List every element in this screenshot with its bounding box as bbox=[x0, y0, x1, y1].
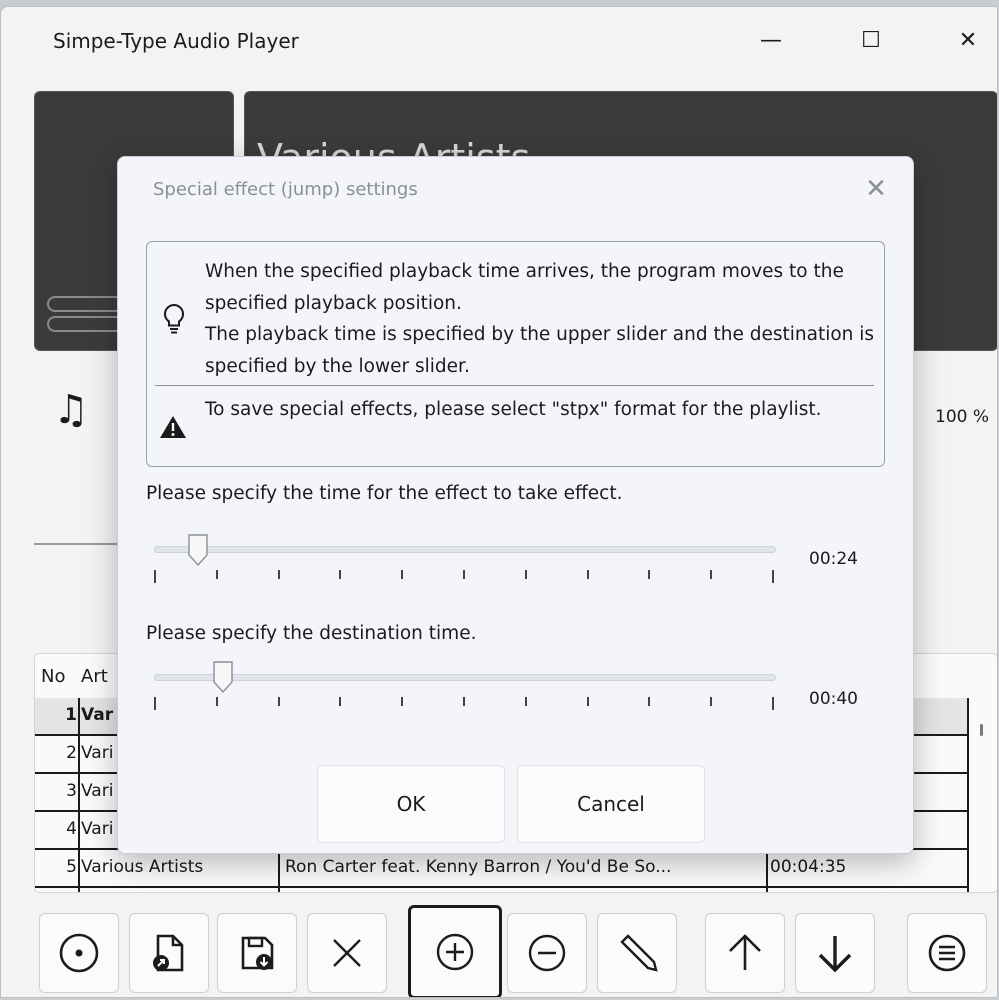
time-value: 00:24 bbox=[809, 549, 858, 569]
slider-tick bbox=[339, 697, 341, 706]
playlist-header: No Art bbox=[41, 666, 108, 687]
row-artist: Various Artists bbox=[81, 857, 204, 877]
destination-slider-label: Please specify the destination time. bbox=[146, 623, 477, 644]
warning-text: To save special effects, please select "… bbox=[205, 399, 822, 420]
slider-tick bbox=[710, 697, 712, 706]
move-up-button[interactable] bbox=[705, 913, 785, 993]
ok-button[interactable]: OK bbox=[317, 765, 505, 843]
row-length: 00:04:35 bbox=[770, 857, 847, 877]
slider-tick bbox=[648, 697, 650, 706]
row-no: 3 bbox=[66, 781, 77, 801]
row-artist: Vari bbox=[81, 743, 114, 763]
dialog-title: Special effect (jump) settings bbox=[153, 179, 418, 200]
column-divider bbox=[78, 698, 80, 892]
close-icon bbox=[333, 939, 361, 967]
slider-tick bbox=[525, 697, 527, 706]
info-divider bbox=[155, 385, 874, 386]
add-button[interactable] bbox=[408, 905, 502, 997]
table-row[interactable]: 5 Various Artists Ron Carter feat. Kenny… bbox=[35, 850, 967, 888]
slider-tick bbox=[587, 570, 589, 579]
destination-slider-ticks bbox=[154, 697, 774, 711]
slider-tick bbox=[463, 570, 465, 579]
save-button[interactable] bbox=[217, 913, 297, 993]
slider-tick bbox=[154, 570, 156, 583]
minus-circle-icon bbox=[528, 934, 566, 972]
column-divider bbox=[278, 850, 280, 892]
slider-tick bbox=[772, 697, 774, 710]
maximize-button[interactable]: ☐ bbox=[848, 23, 894, 57]
slider-tick bbox=[216, 570, 218, 579]
slider-tick bbox=[216, 697, 218, 706]
info-line-1: When the specified playback time arrives… bbox=[205, 261, 844, 314]
destination-slider-thumb[interactable] bbox=[212, 660, 234, 694]
slider-tick bbox=[648, 570, 650, 579]
row-artist: Var bbox=[81, 705, 114, 725]
destination-value: 00:40 bbox=[809, 689, 858, 709]
slider-tick bbox=[463, 697, 465, 706]
cancel-button[interactable]: Cancel bbox=[517, 765, 705, 843]
close-button[interactable]: ✕ bbox=[945, 23, 991, 57]
arrow-down-icon bbox=[818, 936, 852, 973]
row-no: 5 bbox=[66, 857, 77, 877]
slider-tick bbox=[525, 570, 527, 579]
arrow-up-icon bbox=[729, 934, 761, 970]
row-no: 1 bbox=[65, 705, 77, 725]
slider-tick bbox=[278, 697, 280, 706]
plus-circle-icon bbox=[436, 933, 474, 971]
slider-tick bbox=[154, 697, 156, 710]
warning-icon bbox=[160, 416, 186, 438]
info-line-2: The playback time is specified by the up… bbox=[205, 324, 875, 377]
info-text: When the specified playback time arrives… bbox=[205, 256, 877, 382]
open-file-button[interactable] bbox=[129, 913, 209, 993]
row-no: 4 bbox=[66, 819, 77, 839]
minimize-button[interactable]: — bbox=[748, 23, 794, 57]
disc-button[interactable] bbox=[39, 913, 119, 993]
move-down-button[interactable] bbox=[795, 913, 875, 993]
menu-button[interactable] bbox=[907, 913, 987, 993]
lightbulb-icon bbox=[163, 303, 185, 334]
dialog-close-button[interactable]: ✕ bbox=[853, 169, 899, 209]
playlist-scrollbar[interactable] bbox=[980, 724, 983, 736]
column-divider bbox=[967, 698, 969, 892]
app-title: Simpe-Type Audio Player bbox=[53, 29, 299, 53]
row-title: Ron Carter feat. Kenny Barron / You'd Be… bbox=[285, 857, 672, 877]
slider-tick bbox=[339, 570, 341, 579]
time-slider-track[interactable] bbox=[154, 546, 776, 553]
disc-icon bbox=[59, 933, 99, 973]
header-artist[interactable]: Art bbox=[81, 666, 108, 687]
row-artist: Vari bbox=[81, 781, 114, 801]
jump-settings-dialog: Special effect (jump) settings ✕ When th… bbox=[117, 156, 914, 854]
row-no: 2 bbox=[66, 743, 77, 763]
info-box: When the specified playback time arrives… bbox=[146, 241, 885, 467]
slider-tick bbox=[401, 697, 403, 706]
destination-slider-track[interactable] bbox=[154, 674, 776, 681]
slider-tick bbox=[401, 570, 403, 579]
delete-button[interactable] bbox=[307, 913, 387, 993]
remove-button[interactable] bbox=[507, 913, 587, 993]
column-divider bbox=[766, 850, 768, 892]
time-slider-ticks bbox=[154, 570, 774, 584]
time-slider-thumb[interactable] bbox=[187, 533, 209, 567]
slider-tick bbox=[710, 570, 712, 579]
title-bar: Simpe-Type Audio Player — ☐ ✕ bbox=[1, 7, 997, 73]
edit-button[interactable] bbox=[597, 913, 677, 993]
open-file-icon bbox=[153, 934, 184, 972]
slider-tick bbox=[587, 697, 589, 706]
time-slider-label: Please specify the time for the effect t… bbox=[146, 483, 623, 504]
volume-percent: 100 % bbox=[935, 407, 990, 427]
row-artist: Vari bbox=[81, 819, 114, 839]
save-icon bbox=[241, 936, 274, 970]
slider-tick bbox=[278, 570, 280, 579]
header-no[interactable]: No bbox=[41, 666, 81, 687]
music-note-icon: ♫ bbox=[53, 387, 89, 433]
slider-tick bbox=[772, 570, 774, 583]
menu-circle-icon bbox=[928, 934, 966, 972]
pencil-icon bbox=[620, 934, 658, 972]
